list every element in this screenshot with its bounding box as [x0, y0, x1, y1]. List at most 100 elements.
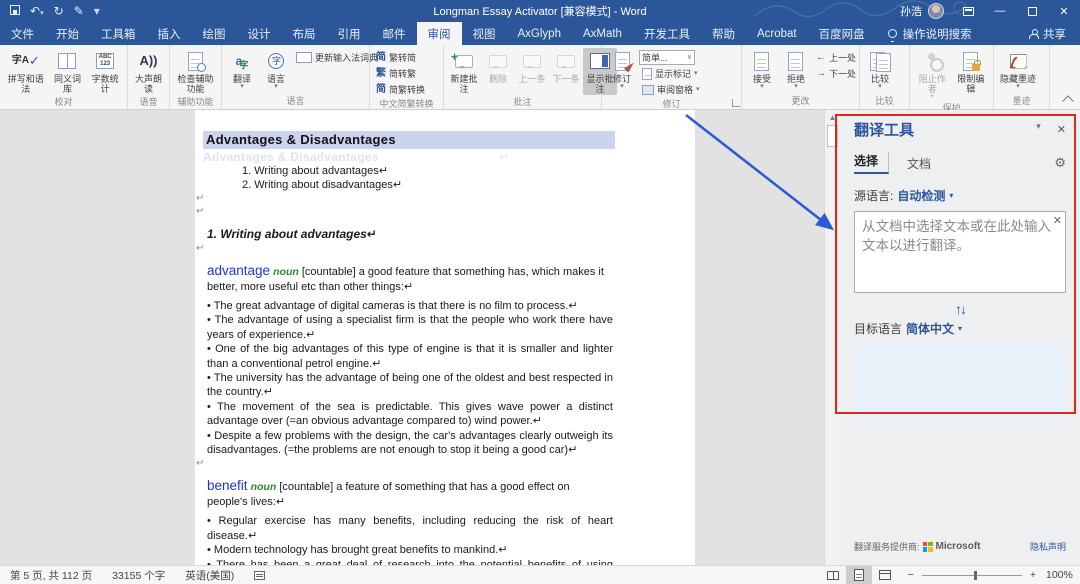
share-button[interactable]: 共享	[1015, 22, 1080, 45]
tracking-dialog-launcher-icon[interactable]	[732, 99, 740, 107]
target-language-caret-icon[interactable]: ▾	[958, 324, 962, 333]
example-line: • The great advantage of digital cameras…	[207, 299, 613, 313]
tab-review[interactable]: 审阅	[417, 22, 462, 45]
track-changes-icon	[615, 49, 630, 73]
collapse-ribbon-icon[interactable]	[1062, 95, 1073, 106]
language-button[interactable]: 语言 ▾	[259, 48, 293, 91]
previous-change-button[interactable]: ← 上一处	[813, 50, 859, 65]
pane-tab-document[interactable]: 文档	[907, 155, 931, 172]
tab-developer[interactable]: 开发工具	[633, 22, 701, 45]
block-authors-button[interactable]: 阻止作者 ▾	[913, 48, 952, 101]
show-markup-icon	[642, 68, 652, 80]
thesaurus-button[interactable]: 同义词库	[49, 48, 87, 95]
target-language-value[interactable]: 简体中文	[906, 320, 954, 337]
zoom-in-icon[interactable]: +	[1030, 569, 1036, 581]
close-button[interactable]: ✕	[1048, 0, 1080, 22]
tab-baidu-netdisk[interactable]: 百度网盘	[808, 22, 876, 45]
ink-editor-icon[interactable]: ✎	[74, 5, 84, 17]
swap-languages-icon[interactable]: ↑↓	[854, 301, 1066, 317]
example-line: • The university has the advantage of be…	[207, 371, 613, 400]
tab-file[interactable]: 文件	[0, 22, 45, 45]
tab-acrobat[interactable]: Acrobat	[746, 22, 808, 45]
tell-me-search[interactable]: 操作说明搜索	[876, 22, 984, 45]
redo-icon[interactable]: ↻	[54, 5, 64, 17]
gear-icon[interactable]: ⚙	[1054, 155, 1066, 171]
previous-comment-button[interactable]: 上一条	[515, 48, 549, 85]
hide-ink-button[interactable]: 隐藏墨迹 ▾	[997, 48, 1039, 91]
accept-button[interactable]: ✓ 接受 ▾	[745, 48, 779, 91]
restrict-editing-button[interactable]: 限制编辑	[952, 48, 991, 95]
paragraph-mark: ↵	[196, 457, 695, 470]
jian-icon: 繁	[376, 69, 386, 79]
markup-view-dropdown[interactable]: 简单... ∨	[639, 50, 695, 65]
provider-name: Microsoft	[936, 541, 981, 552]
zoom-slider[interactable]	[922, 575, 1022, 576]
new-comment-button[interactable]: + 新建批注	[447, 48, 481, 95]
undo-icon[interactable]: ↶▾	[30, 5, 44, 17]
vertical-scrollbar[interactable]: ▲	[824, 110, 840, 565]
next-change-button[interactable]: → 下一处	[813, 66, 859, 81]
tab-layout[interactable]: 布局	[282, 22, 327, 45]
customize-qat-caret-icon[interactable]: ▾	[94, 5, 100, 17]
tab-help[interactable]: 帮助	[701, 22, 746, 45]
delete-comment-button[interactable]: 删除	[481, 48, 515, 85]
tab-design[interactable]: 设计	[237, 22, 282, 45]
compare-button[interactable]: 比较 ▾	[863, 48, 897, 91]
tab-home[interactable]: 开始	[45, 22, 90, 45]
tab-draw[interactable]: 绘图	[192, 22, 237, 45]
read-mode-button[interactable]	[820, 566, 846, 584]
simplified-traditional-convert-button[interactable]: 简 简繁转换	[373, 82, 428, 97]
pane-options-caret-icon[interactable]: ▾	[1036, 123, 1041, 136]
simplified-to-traditional-button[interactable]: 繁 简转繁	[373, 66, 428, 81]
print-layout-button[interactable]	[846, 566, 872, 584]
tab-axmath[interactable]: AxMath	[572, 22, 633, 45]
document-heading: Advantages & Disadvantages	[203, 131, 615, 149]
proofing-status-icon[interactable]	[244, 571, 275, 580]
save-icon[interactable]	[10, 5, 20, 17]
title-bar: ↶▾ ↻ ✎ ▾ Longman Essay Activator [兼容模式] …	[0, 0, 1080, 22]
privacy-statement-link[interactable]: 隐私声明	[1030, 540, 1066, 553]
reviewing-pane-button[interactable]: 审阅窗格 ▾	[639, 82, 703, 97]
example-line: • The advantage of using a specialist fi…	[207, 313, 613, 342]
tab-mailings[interactable]: 邮件	[372, 22, 417, 45]
spelling-grammar-button[interactable]: 字A✓ 拼写和语法	[3, 48, 49, 95]
tab-axglyph[interactable]: AxGlyph	[507, 22, 572, 45]
tab-view[interactable]: 视图	[462, 22, 507, 45]
tab-references[interactable]: 引用	[327, 22, 372, 45]
zoom-out-icon[interactable]: −	[908, 569, 914, 581]
check-accessibility-button[interactable]: 检查辅助功能	[173, 48, 218, 95]
ribbon-tab-row: 文件 开始 工具箱 插入 绘图 设计 布局 引用 邮件 审阅 视图 AxGlyp…	[0, 22, 1080, 45]
example-line: • There has been a great deal of researc…	[207, 558, 613, 565]
globe-icon	[268, 49, 284, 73]
translate-button[interactable]: a字 翻译 ▾	[225, 48, 259, 91]
source-language-value[interactable]: 自动检测	[897, 187, 945, 204]
scrollbar-thumb[interactable]	[827, 125, 838, 147]
reject-button[interactable]: ✗ 拒绝 ▾	[779, 48, 813, 91]
translation-source-input[interactable]	[854, 211, 1066, 293]
delete-comment-icon	[489, 49, 507, 73]
zoom-level[interactable]: 100%	[1046, 569, 1080, 581]
page-indicator[interactable]: 第 5 页, 共 112 页	[0, 568, 102, 583]
restore-button[interactable]	[1016, 0, 1048, 22]
pane-close-icon[interactable]: ✕	[1057, 123, 1066, 136]
source-language-caret-icon[interactable]: ▾	[949, 191, 953, 200]
scroll-up-icon[interactable]: ▲	[825, 110, 840, 124]
show-markup-button[interactable]: 显示标记 ▾	[639, 66, 703, 81]
tab-toolbox[interactable]: 工具箱	[90, 22, 147, 45]
document-page[interactable]: Advantages & Disadvantages Advantages & …	[195, 110, 695, 565]
traditional-to-simplified-button[interactable]: 简 繁转简	[373, 50, 428, 65]
intro-line: 2. Writing about disadvantages↵	[242, 178, 695, 192]
word-count-button[interactable]: ABC123 字数统计	[86, 48, 124, 95]
tab-insert[interactable]: 插入	[147, 22, 192, 45]
update-ime-dictionary-button[interactable]: 更新输入法词典	[293, 50, 381, 65]
read-aloud-button[interactable]: A)) 大声朗读	[131, 48, 166, 95]
clear-input-icon[interactable]: ✕	[1053, 214, 1062, 227]
word-count-indicator[interactable]: 33155 个字	[102, 568, 175, 583]
next-comment-button[interactable]: 下一条	[549, 48, 583, 85]
pane-tab-selection[interactable]: 选择	[854, 152, 889, 174]
zoom-slider-thumb[interactable]	[974, 571, 977, 580]
track-changes-button[interactable]: 修订 ▾	[605, 48, 639, 91]
source-language-label: 源语言:	[854, 187, 893, 204]
language-indicator[interactable]: 英语(美国)	[175, 568, 244, 583]
web-layout-button[interactable]	[872, 566, 898, 584]
